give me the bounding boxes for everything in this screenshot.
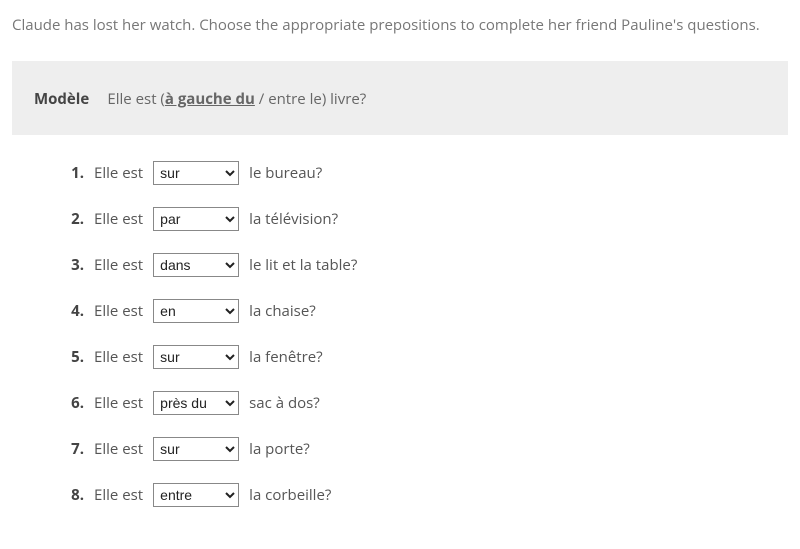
question-row: 7. Elle est surpardansenprès duentreà gauc… (68, 437, 788, 461)
question-row: 6. Elle est surpardansenprès duentreà gauc… (68, 391, 788, 415)
preposition-select[interactable]: surpardansenprès duentreà gauche duderri… (153, 207, 239, 231)
preposition-select[interactable]: surpardansenprès duentreà gauche duderri… (153, 437, 239, 461)
model-sep: / (255, 89, 268, 109)
question-row: 2. Elle est surpardansenprès duentreà gauc… (68, 207, 788, 231)
question-number: 1. (68, 163, 84, 183)
question-row: 3. Elle est surpardansenprès duentreà gauc… (68, 253, 788, 277)
instructions-text: Claude has lost her watch. Choose the ap… (12, 14, 788, 37)
question-tail: le lit et la table? (249, 255, 357, 275)
question-number: 3. (68, 255, 84, 275)
preposition-select[interactable]: surpardansenprès duentreà gauche duderri… (153, 161, 239, 185)
question-number: 8. (68, 485, 84, 505)
question-stem: Elle est (94, 347, 143, 367)
question-stem: Elle est (94, 255, 143, 275)
question-number: 2. (68, 209, 84, 229)
question-stem: Elle est (94, 209, 143, 229)
model-label: Modèle (34, 89, 89, 109)
preposition-select[interactable]: surpardansenprès duentreà gauche duderri… (153, 391, 239, 415)
model-after: ) livre? (322, 89, 366, 109)
question-tail: la porte? (249, 439, 310, 459)
question-tail: la corbeille? (249, 485, 331, 505)
question-row: 1. Elle est surpardansenprès duentreà gauc… (68, 161, 788, 185)
question-stem: Elle est (94, 163, 143, 183)
preposition-select[interactable]: surpardansenprès duentreà gauche duderri… (153, 345, 239, 369)
question-stem: Elle est (94, 485, 143, 505)
question-row: 4. Elle est surpardansenprès duentreà gauc… (68, 299, 788, 323)
question-stem: Elle est (94, 393, 143, 413)
question-number: 5. (68, 347, 84, 367)
preposition-select[interactable]: surpardansenprès duentreà gauche duderri… (153, 483, 239, 507)
question-tail: sac à dos? (249, 393, 320, 413)
question-stem: Elle est (94, 301, 143, 321)
question-number: 6. (68, 393, 84, 413)
model-correct: à gauche du (165, 89, 255, 109)
question-number: 7. (68, 439, 84, 459)
question-tail: la chaise? (249, 301, 316, 321)
preposition-select[interactable]: surpardansenprès duentreà gauche duderri… (153, 299, 239, 323)
model-box: Modèle Elle est (à gauche du / entre le)… (12, 61, 788, 135)
model-sentence: Elle est (à gauche du / entre le) livre? (107, 89, 366, 109)
model-wrong: entre le (268, 89, 322, 109)
question-row: 8. Elle est surpardansenprès duentreà gauc… (68, 483, 788, 507)
question-tail: la fenêtre? (249, 347, 322, 367)
question-list: 1. Elle est surpardansenprès duentreà gauc… (12, 161, 788, 507)
question-tail: la télévision? (249, 209, 338, 229)
question-row: 5. Elle est surpardansenprès duentreà gauc… (68, 345, 788, 369)
model-before: Elle est ( (107, 89, 164, 109)
question-stem: Elle est (94, 439, 143, 459)
question-number: 4. (68, 301, 84, 321)
question-tail: le bureau? (249, 163, 322, 183)
preposition-select[interactable]: surpardansenprès duentreà gauche duderri… (153, 253, 239, 277)
